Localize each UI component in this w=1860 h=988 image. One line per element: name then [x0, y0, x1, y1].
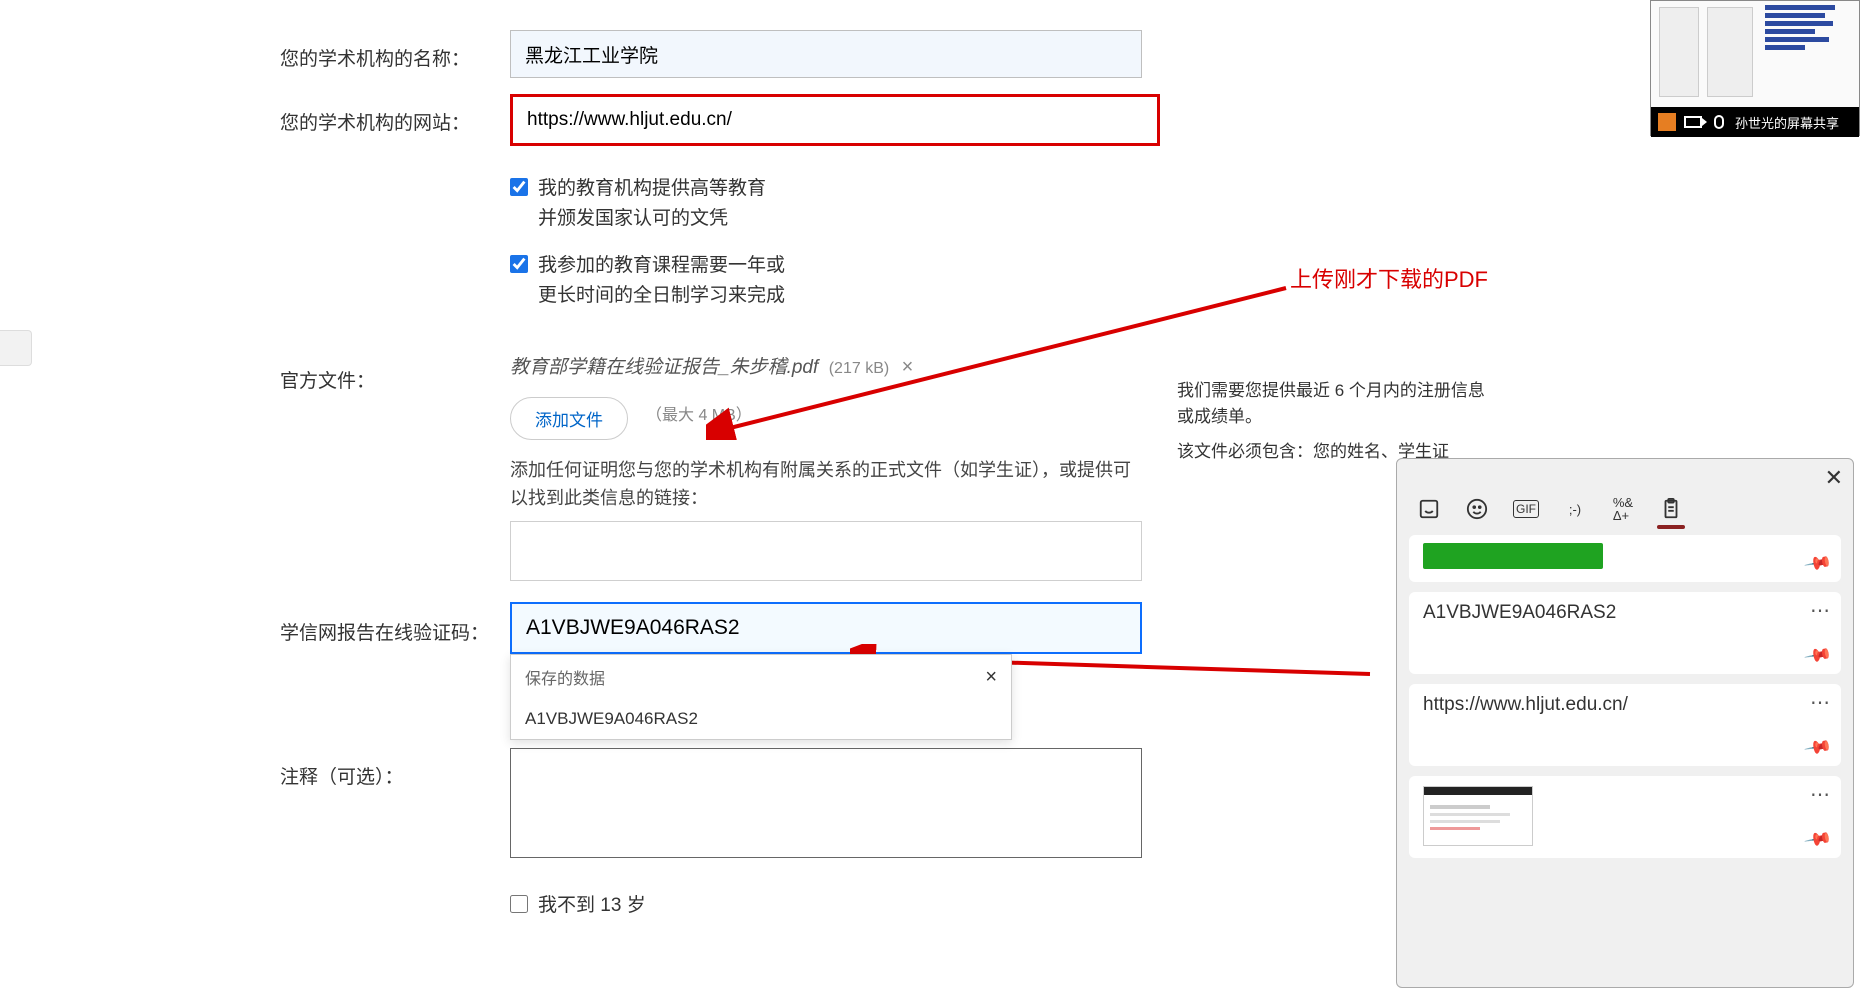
- verification-code-label: 学信网报告在线验证码：: [280, 602, 510, 645]
- autocomplete-close[interactable]: ×: [985, 666, 997, 689]
- uploaded-file-name: 教育部学籍在线验证报告_朱步稽.pdf: [510, 357, 818, 378]
- extra-files-description: 添加任何证明您与您的学术机构有附属关系的正式文件（如学生证），或提供可以找到此类…: [510, 456, 1140, 514]
- institution-name-label: 您的学术机构的名称：: [280, 30, 510, 71]
- under13-label: 我不到 13 岁: [538, 891, 646, 921]
- doc-requirement-line1: 我们需要您提供最近 6 个月内的注册信息或成绩单。: [1177, 378, 1487, 429]
- meeting-thumbnail[interactable]: 孙世光的屏幕共享: [1650, 0, 1860, 136]
- fulltime-label: 我参加的教育课程需要一年或 更长时间的全日制学习来完成: [538, 251, 785, 312]
- autocomplete-header: 保存的数据: [525, 665, 605, 689]
- autocomplete-dropdown: 保存的数据 × A1VBJWE9A046RAS2: [510, 654, 1012, 740]
- clipboard-list[interactable]: 📌 A1VBJWE9A046RAS2 ⋯ 📌 https://www.hljut…: [1397, 529, 1853, 977]
- clipboard-item[interactable]: ⋯ 📌: [1409, 776, 1841, 858]
- tab-clipboard-icon[interactable]: [1659, 497, 1683, 521]
- clipboard-item-text: https://www.hljut.edu.cn/: [1423, 694, 1827, 716]
- institution-site-input[interactable]: [510, 94, 1160, 146]
- clipboard-item[interactable]: https://www.hljut.edu.cn/ ⋯ 📌: [1409, 684, 1841, 766]
- clipboard-green-bar: [1423, 543, 1603, 569]
- tab-sticker-icon[interactable]: [1417, 497, 1441, 521]
- clipboard-item[interactable]: A1VBJWE9A046RAS2 ⋯ 📌: [1409, 592, 1841, 674]
- clipboard-item-text: A1VBJWE9A046RAS2: [1423, 602, 1827, 624]
- uploaded-file-size: (217 kB): [829, 360, 889, 377]
- avatar-icon: [1657, 112, 1677, 132]
- form-panel: 您的学术机构的名称： 您的学术机构的网站： 我的教育机构提供高等教育 并颁发国家…: [232, 0, 1584, 938]
- fulltime-label-line2: 更长时间的全日制学习来完成: [538, 281, 785, 311]
- higher-edu-label-line2: 并颁发国家认可的文凭: [538, 204, 766, 234]
- autocomplete-item[interactable]: A1VBJWE9A046RAS2: [511, 699, 1011, 739]
- tab-kaomoji-icon[interactable]: ;-): [1563, 497, 1587, 521]
- sidebar-tab-stub[interactable]: [0, 330, 32, 366]
- meeting-status-text: 孙世光的屏幕共享: [1735, 113, 1853, 132]
- clipboard-item-menu[interactable]: ⋯: [1810, 782, 1831, 807]
- official-doc-label: 官方文件：: [280, 352, 510, 393]
- extra-files-textarea[interactable]: [510, 521, 1142, 581]
- pin-icon[interactable]: 📌: [1803, 548, 1833, 578]
- clipboard-item-menu[interactable]: ⋯: [1810, 690, 1831, 715]
- clipboard-panel: ✕ GIF ;-) %&Δ+ 📌 A1VBJWE9A046RAS2 ⋯: [1396, 458, 1854, 988]
- pin-icon[interactable]: 📌: [1803, 824, 1833, 854]
- max-file-hint: （最大 4 MB）: [646, 401, 752, 425]
- clipboard-item-menu[interactable]: ⋯: [1810, 598, 1831, 623]
- tab-gif-icon[interactable]: GIF: [1513, 500, 1539, 518]
- remove-file-button[interactable]: ×: [902, 356, 914, 378]
- mic-icon[interactable]: [1709, 112, 1729, 132]
- meeting-status-bar: 孙世光的屏幕共享: [1651, 107, 1859, 137]
- tab-symbols-icon[interactable]: %&Δ+: [1611, 497, 1635, 521]
- fulltime-checkbox[interactable]: [510, 255, 528, 273]
- clipboard-image-thumb: [1423, 786, 1533, 846]
- pin-icon[interactable]: 📌: [1803, 732, 1833, 762]
- institution-name-input[interactable]: [510, 30, 1142, 78]
- under13-checkbox[interactable]: [510, 895, 528, 913]
- clipboard-tabs: GIF ;-) %&Δ+: [1397, 491, 1853, 529]
- verification-code-input[interactable]: [510, 602, 1142, 654]
- fulltime-label-line1: 我参加的教育课程需要一年或: [538, 251, 785, 281]
- clipboard-close-button[interactable]: ✕: [1825, 465, 1843, 491]
- tab-emoji-icon[interactable]: [1465, 497, 1489, 521]
- shared-screen-preview: [1651, 1, 1859, 107]
- institution-site-label: 您的学术机构的网站：: [280, 94, 510, 135]
- notes-label: 注释（可选）：: [280, 748, 510, 789]
- pin-icon[interactable]: 📌: [1803, 640, 1833, 670]
- higher-edu-label-line1: 我的教育机构提供高等教育: [538, 174, 766, 204]
- higher-edu-label: 我的教育机构提供高等教育 并颁发国家认可的文凭: [538, 174, 766, 235]
- camera-icon[interactable]: [1683, 112, 1703, 132]
- add-file-button[interactable]: 添加文件: [510, 397, 628, 440]
- clipboard-item[interactable]: 📌: [1409, 535, 1841, 582]
- doc-requirement-info: 我们需要您提供最近 6 个月内的注册信息或成绩单。 该文件必须包含：您的姓名、学…: [1177, 378, 1487, 465]
- higher-edu-checkbox[interactable]: [510, 178, 528, 196]
- notes-textarea[interactable]: [510, 748, 1142, 858]
